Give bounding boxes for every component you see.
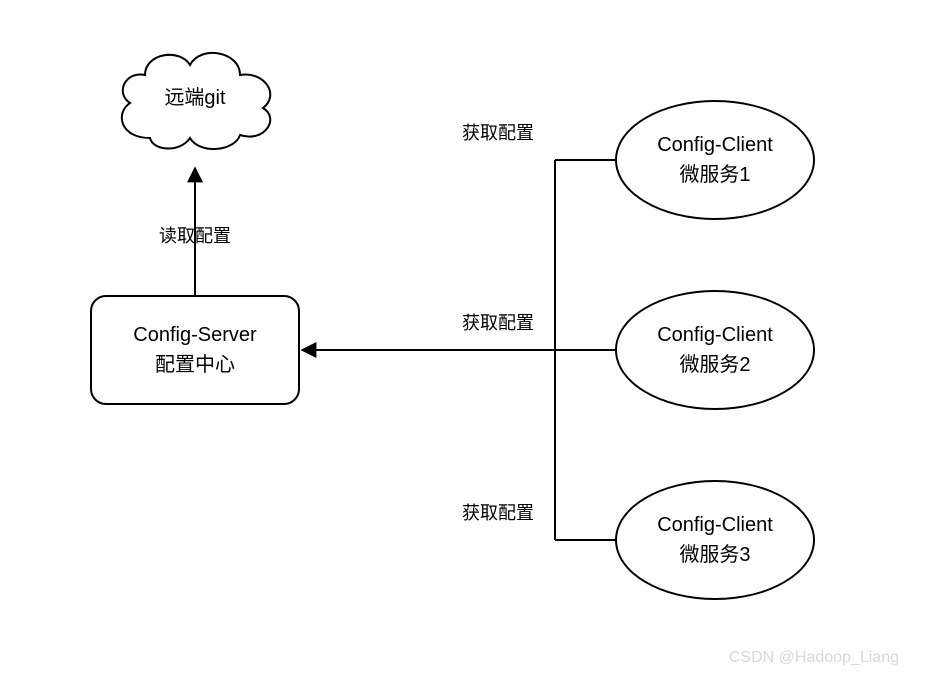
config-client-2-node: Config-Client 微服务2 [615, 290, 815, 410]
edge-label-get-config-1: 获取配置 [462, 119, 534, 145]
config-client-2-subtitle: 微服务2 [679, 350, 750, 380]
config-client-3-node: Config-Client 微服务3 [615, 480, 815, 600]
remote-git-node: 远端git [105, 33, 285, 163]
config-client-3-subtitle: 微服务3 [679, 540, 750, 570]
edge-label-get-config-3: 获取配置 [462, 499, 534, 525]
remote-git-label: 远端git [164, 83, 225, 113]
config-client-2-title: Config-Client [657, 320, 773, 350]
config-server-node: Config-Server 配置中心 [90, 295, 300, 405]
config-client-3-title: Config-Client [657, 510, 773, 540]
edge-label-read-config: 读取配置 [159, 222, 231, 248]
config-client-1-subtitle: 微服务1 [679, 160, 750, 190]
config-server-subtitle: 配置中心 [155, 350, 235, 380]
watermark-text: CSDN @Hadoop_Liang [729, 649, 899, 667]
config-client-1-node: Config-Client 微服务1 [615, 100, 815, 220]
edge-label-get-config-2: 获取配置 [462, 309, 534, 335]
config-client-1-title: Config-Client [657, 130, 773, 160]
config-server-title: Config-Server [133, 320, 256, 350]
